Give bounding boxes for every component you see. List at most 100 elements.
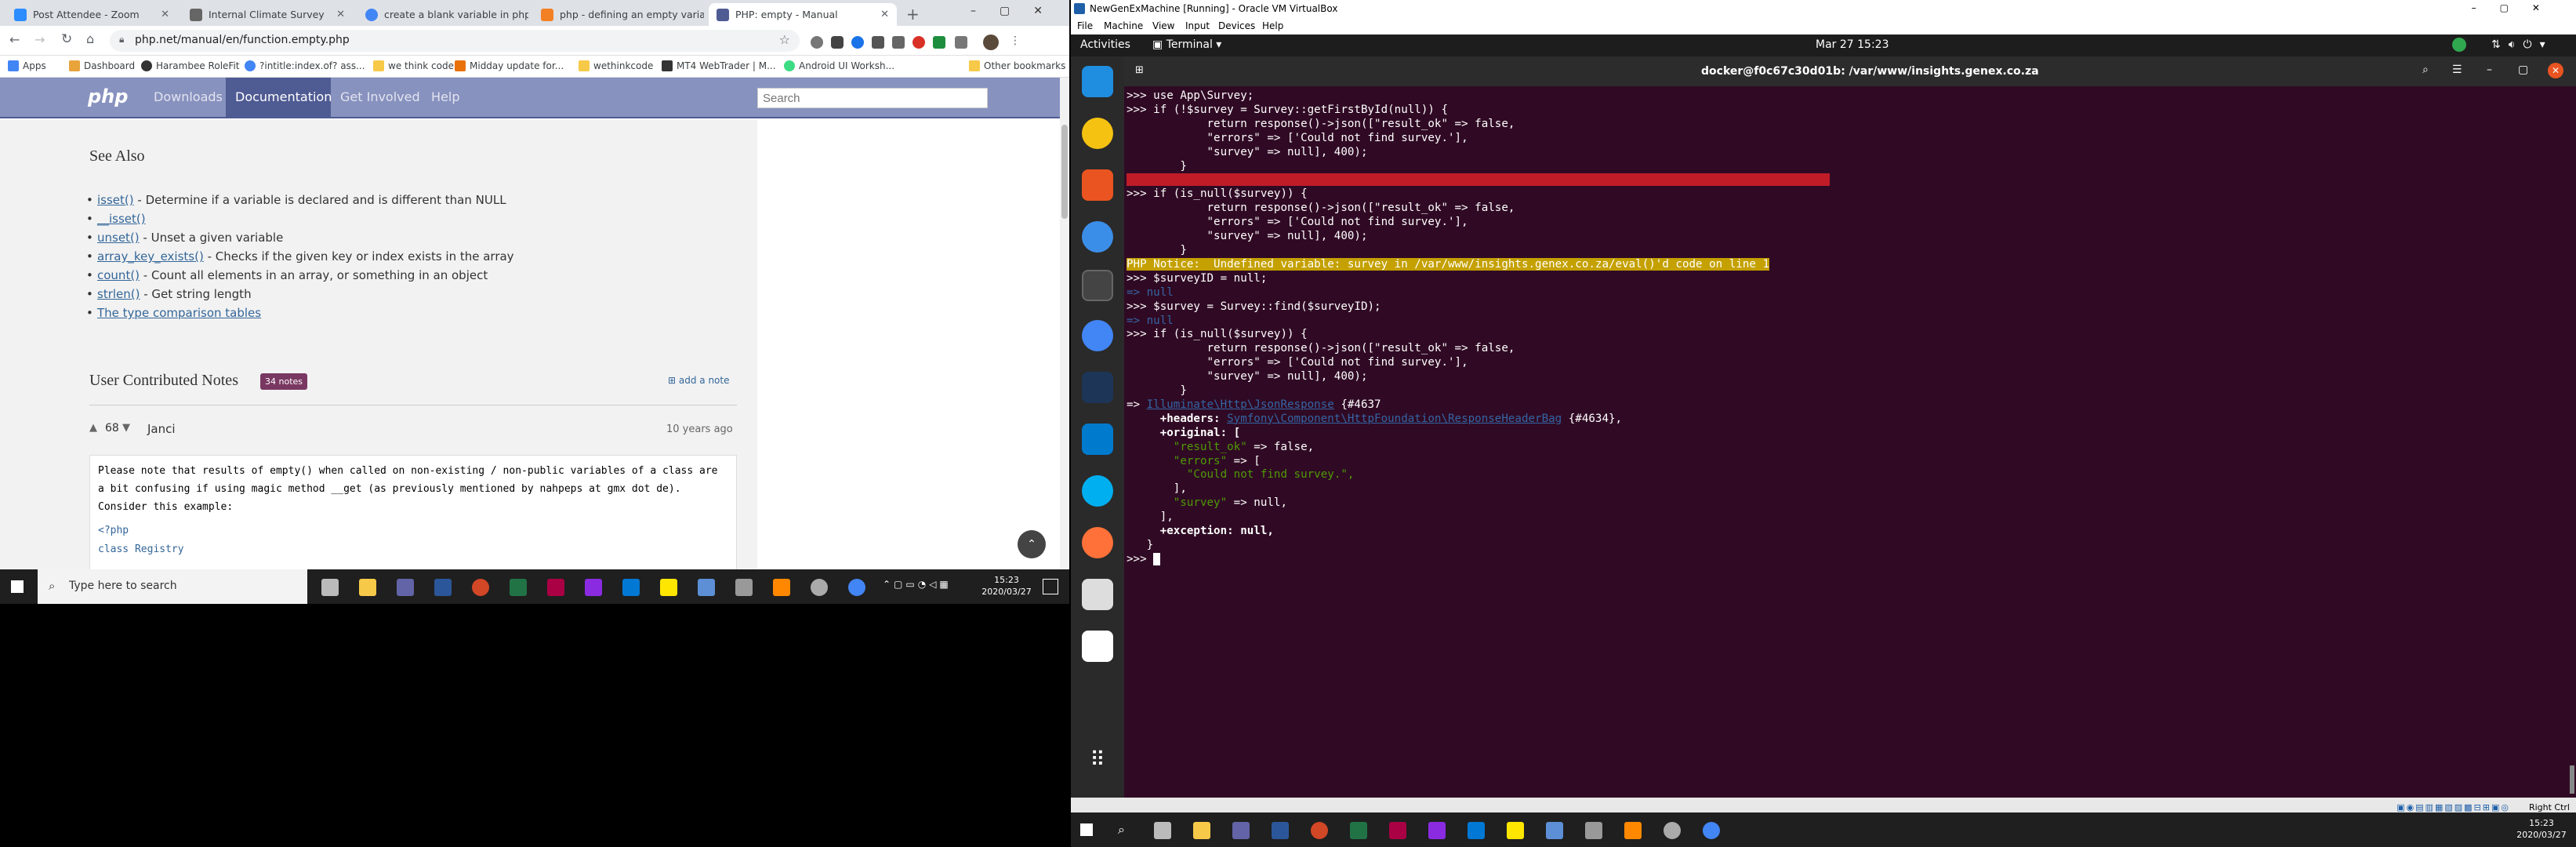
settings-icon[interactable] <box>1664 822 1681 839</box>
rhythmbox-icon[interactable] <box>1082 118 1113 149</box>
hamburger-menu-icon[interactable]: ☰ <box>2452 64 2462 76</box>
extension-icon[interactable] <box>892 36 905 49</box>
file-explorer-icon[interactable] <box>1193 822 1210 839</box>
minimize-icon[interactable]: – <box>2487 64 2492 76</box>
windows-start-icon[interactable] <box>11 580 24 593</box>
virtualbox-icon[interactable] <box>698 579 715 596</box>
taskbar-search[interactable]: ⌕ Type here to search <box>38 569 307 604</box>
avatar[interactable] <box>983 35 999 50</box>
chrome-icon[interactable] <box>1703 822 1720 839</box>
menu-input[interactable]: Input <box>1185 20 1210 31</box>
sticky-notes-icon[interactable] <box>1507 822 1524 839</box>
extension-icon[interactable] <box>831 36 844 49</box>
phpstorm-icon[interactable] <box>547 579 564 596</box>
new-tab-button[interactable]: + <box>906 5 920 24</box>
close-tab-icon[interactable]: ✕ <box>161 9 169 20</box>
ide-icon[interactable] <box>585 579 602 596</box>
tab-php-manual[interactable]: PHP: empty - Manual ✕ <box>709 3 897 26</box>
virtualbox-icon[interactable] <box>1546 822 1563 839</box>
app-icon[interactable] <box>735 579 753 596</box>
page-scrollbar[interactable] <box>1060 78 1069 575</box>
task-view-icon[interactable] <box>321 579 339 596</box>
search-icon[interactable]: ⌕ <box>2422 64 2429 76</box>
menu-view[interactable]: View <box>1152 20 1174 31</box>
clock[interactable]: 15:23 2020/03/27 <box>2516 817 2567 841</box>
powerpoint-icon[interactable] <box>472 579 489 596</box>
nav-get-involved[interactable]: Get Involved <box>340 89 420 104</box>
bookmark-dashboard[interactable]: Dashboard <box>69 60 135 71</box>
search-icon[interactable]: ⌕ <box>1118 822 1125 838</box>
home-icon[interactable]: ⌂ <box>86 31 94 46</box>
bookmark-wethinkcode[interactable]: wethinkcode <box>579 60 653 71</box>
file-explorer-icon[interactable] <box>359 579 376 596</box>
mysql-workbench-icon[interactable] <box>1082 372 1113 403</box>
top-clock[interactable]: Mar 27 15:23 <box>1816 38 1888 51</box>
firefox-icon[interactable] <box>1082 527 1113 558</box>
vbox-device-icons[interactable]: ▣◉▤▥▦▧▨▩⊟⊞▣◎ <box>2396 802 2510 812</box>
ide-icon[interactable] <box>1428 822 1446 839</box>
menu-help[interactable]: Help <box>1262 20 1283 31</box>
maximize-icon[interactable]: ▢ <box>2518 64 2528 76</box>
sticky-notes-icon[interactable] <box>660 579 677 596</box>
windows-start-icon[interactable] <box>1080 823 1093 836</box>
menu-machine[interactable]: Machine <box>1104 20 1143 31</box>
nav-help[interactable]: Help <box>431 89 459 104</box>
star-icon[interactable]: ☆ <box>779 32 790 47</box>
word-icon[interactable] <box>434 579 452 596</box>
show-apps-icon[interactable]: ⠿ <box>1082 748 1113 780</box>
tray-icons[interactable]: ⌃▢▭◔◁▦ <box>883 579 952 590</box>
tab-google[interactable]: create a blank variable in php✕ <box>357 3 528 26</box>
new-tab-icon[interactable]: ⊞ <box>1135 64 1144 76</box>
skype-icon[interactable] <box>1082 475 1113 507</box>
scroll-to-top-button[interactable]: ⌃ <box>1018 530 1046 558</box>
terminal-scrollbar[interactable] <box>2568 86 2576 798</box>
link-array-key-exists[interactable]: array_key_exists() <box>97 249 204 264</box>
clock[interactable]: 15:23 2020/03/27 <box>981 574 1032 598</box>
phpstorm-icon[interactable] <box>1389 822 1406 839</box>
excel-icon[interactable] <box>510 579 527 596</box>
bookmark-other[interactable]: Other bookmarks <box>969 60 1065 71</box>
add-note-link[interactable]: ⊞ add a note <box>668 375 729 386</box>
teams-icon[interactable] <box>397 579 414 596</box>
extension-icon[interactable] <box>912 36 925 49</box>
powerpoint-icon[interactable] <box>1311 822 1328 839</box>
tab-survey[interactable]: Internal Climate Survey ✕ <box>182 3 353 26</box>
omnibox[interactable]: 🔒︎ php.net/manual/en/function.empty.php ☆ <box>110 30 800 52</box>
update-icon[interactable] <box>2452 38 2466 52</box>
extension-icon[interactable] <box>955 36 967 49</box>
bookmark-intitle[interactable]: ?intitle:index.of? ass... <box>245 60 365 71</box>
link-strlen[interactable]: strlen() <box>97 287 140 301</box>
extension-icon[interactable] <box>811 36 823 49</box>
menu-icon[interactable]: ⋮ <box>1010 35 1021 47</box>
terminal-app-menu[interactable]: ▣ Terminal ▾ <box>1152 38 1221 51</box>
extension-icon[interactable] <box>872 36 884 49</box>
bookmark-android[interactable]: Android UI Worksh... <box>784 60 894 71</box>
bookmark-mt4[interactable]: MT4 WebTrader | M... <box>662 60 776 71</box>
settings-icon[interactable] <box>811 579 828 596</box>
php-logo[interactable]: php <box>88 85 128 107</box>
window-controls[interactable]: –▢✕ <box>971 5 1066 17</box>
vote-up-icon[interactable]: ▲ <box>89 422 97 434</box>
close-tab-icon[interactable]: ✕ <box>336 9 345 20</box>
nav-documentation[interactable]: Documentation <box>235 89 332 104</box>
php-search-input[interactable] <box>757 88 988 108</box>
vlc-icon[interactable] <box>1624 822 1642 839</box>
vlc-icon[interactable] <box>773 579 790 596</box>
outlook-icon[interactable] <box>622 579 640 596</box>
bookmark-we-think-code[interactable]: we think code <box>373 60 454 71</box>
terminal-output[interactable]: >>> use App\Survey; >>> if (!$survey = Su… <box>1124 86 2576 798</box>
activities-button[interactable]: Activities <box>1080 38 1130 51</box>
text-editor-icon[interactable] <box>1082 631 1113 662</box>
usb-drive-icon[interactable] <box>1082 579 1113 610</box>
close-icon[interactable]: ✕ <box>2548 63 2563 78</box>
link-unset[interactable]: unset() <box>97 231 140 245</box>
menu-file[interactable]: File <box>1077 20 1093 31</box>
vote-down-icon[interactable]: ▼ <box>122 422 130 434</box>
link-type-comparison[interactable]: The type comparison tables <box>97 306 261 320</box>
task-view-icon[interactable] <box>1154 822 1171 839</box>
tab-zoom[interactable]: Post Attendee - Zoom ✕ <box>6 3 177 26</box>
notifications-icon[interactable] <box>1043 579 1058 594</box>
chromium-icon[interactable] <box>1082 320 1113 351</box>
tab-stackoverflow[interactable]: php - defining an empty varia✕ <box>533 3 704 26</box>
bookmark-midday[interactable]: Midday update for... <box>455 60 564 71</box>
